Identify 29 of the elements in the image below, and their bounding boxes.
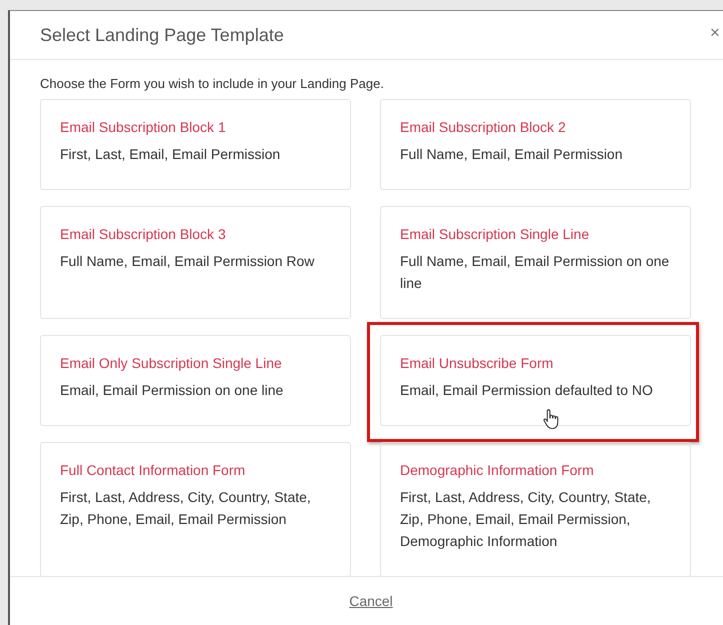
template-card[interactable]: Email Subscription Single Line Full Name, Email, Email Permission on one line bbox=[380, 206, 691, 319]
template-title: Email Only Subscription Single Line bbox=[60, 355, 283, 371]
template-title: Email Unsubscribe Form bbox=[400, 355, 554, 371]
template-card[interactable]: Email Subscription Block 3 Full Name, Email, Email Permission Row bbox=[40, 206, 351, 319]
template-card[interactable]: Email Subscription Block 1 First, Last, Email, Email Permission bbox=[40, 99, 351, 190]
template-fields: First, Last, Address, City, Country, State, Zip, Phone, Email, Email Permission bbox=[60, 486, 331, 530]
instruction-text: Choose the Form you wish to include in your Landing Page. bbox=[40, 76, 385, 91]
close-button[interactable]: × bbox=[710, 23, 720, 43]
template-fields: Email, Email Permission defaulted to NO bbox=[400, 379, 671, 401]
template-fields: Email, Email Permission on one line bbox=[60, 379, 331, 401]
template-card[interactable]: Demographic Information Form First, Last, Address, City, Country, State, Zip, Phone, Email, Email Permission, Demographic Information bbox=[380, 442, 691, 576]
template-fields: Full Name, Email, Email Permission bbox=[400, 143, 671, 165]
template-fields: First, Last, Address, City, Country, State, Zip, Phone, Email, Email Permission, Demographic Information bbox=[400, 486, 671, 552]
template-card[interactable]: Email Unsubscribe Form Email, Email Permission defaulted to NO bbox=[380, 335, 691, 426]
template-title: Email Subscription Block 3 bbox=[60, 226, 227, 242]
template-fields: Full Name, Email, Email Permission Row bbox=[60, 250, 331, 272]
template-title: Email Subscription Single Line bbox=[400, 226, 590, 242]
template-title: Email Subscription Block 2 bbox=[400, 119, 567, 135]
template-card[interactable]: Email Subscription Block 2 Full Name, Email, Email Permission bbox=[380, 99, 691, 190]
template-title: Demographic Information Form bbox=[400, 462, 595, 478]
hand-cursor-icon bbox=[542, 408, 559, 430]
template-card[interactable]: Full Contact Information Form First, Last, Address, City, Country, State, Zip, Phone, Email, Email Permission bbox=[40, 442, 351, 576]
dialog-title: Select Landing Page Template bbox=[40, 24, 284, 46]
template-card[interactable]: Email Only Subscription Single Line Email, Email Permission on one line bbox=[40, 335, 351, 426]
template-fields: First, Last, Email, Email Permission bbox=[60, 143, 331, 165]
template-title: Email Subscription Block 1 bbox=[60, 119, 227, 135]
template-fields: Full Name, Email, Email Permission on one line bbox=[400, 250, 671, 294]
template-title: Full Contact Information Form bbox=[60, 462, 246, 478]
cancel-link[interactable]: Cancel bbox=[349, 593, 393, 609]
